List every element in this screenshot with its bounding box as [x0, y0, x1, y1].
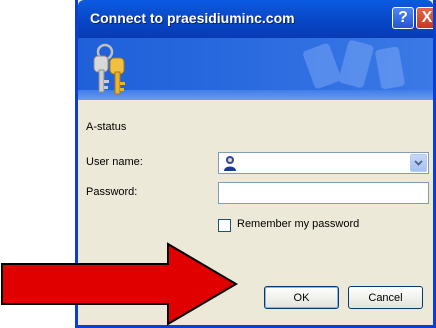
remember-password-label[interactable]: Remember my password — [237, 218, 359, 230]
dropdown-arrow-icon[interactable] — [410, 154, 427, 172]
user-name-label: User name: — [86, 156, 143, 168]
red-arrow — [1, 242, 238, 326]
close-glyph: X — [421, 9, 433, 26]
window-title: Connect to praesidiuminc.com — [90, 10, 295, 26]
ok-button[interactable]: OK — [264, 286, 339, 309]
title-bar[interactable]: Connect to praesidiuminc.com ? X — [78, 0, 433, 38]
status-label: A-status — [86, 121, 127, 133]
screen: Connect to praesidiuminc.com ? X A-statu… — [0, 0, 436, 328]
ok-button-label: OK — [293, 291, 310, 304]
remember-password-checkbox[interactable] — [218, 219, 231, 232]
keys-icon — [93, 43, 125, 95]
password-field[interactable] — [218, 182, 429, 204]
user-name-combobox[interactable] — [218, 152, 429, 174]
user-icon — [224, 156, 236, 171]
close-icon[interactable]: X — [416, 7, 433, 29]
cancel-button[interactable]: Cancel — [348, 286, 423, 309]
chevron-down-icon — [414, 160, 423, 166]
help-icon[interactable]: ? — [392, 7, 414, 29]
cancel-button-label: Cancel — [368, 291, 403, 304]
password-label: Password: — [86, 186, 138, 198]
help-glyph: ? — [398, 9, 408, 26]
